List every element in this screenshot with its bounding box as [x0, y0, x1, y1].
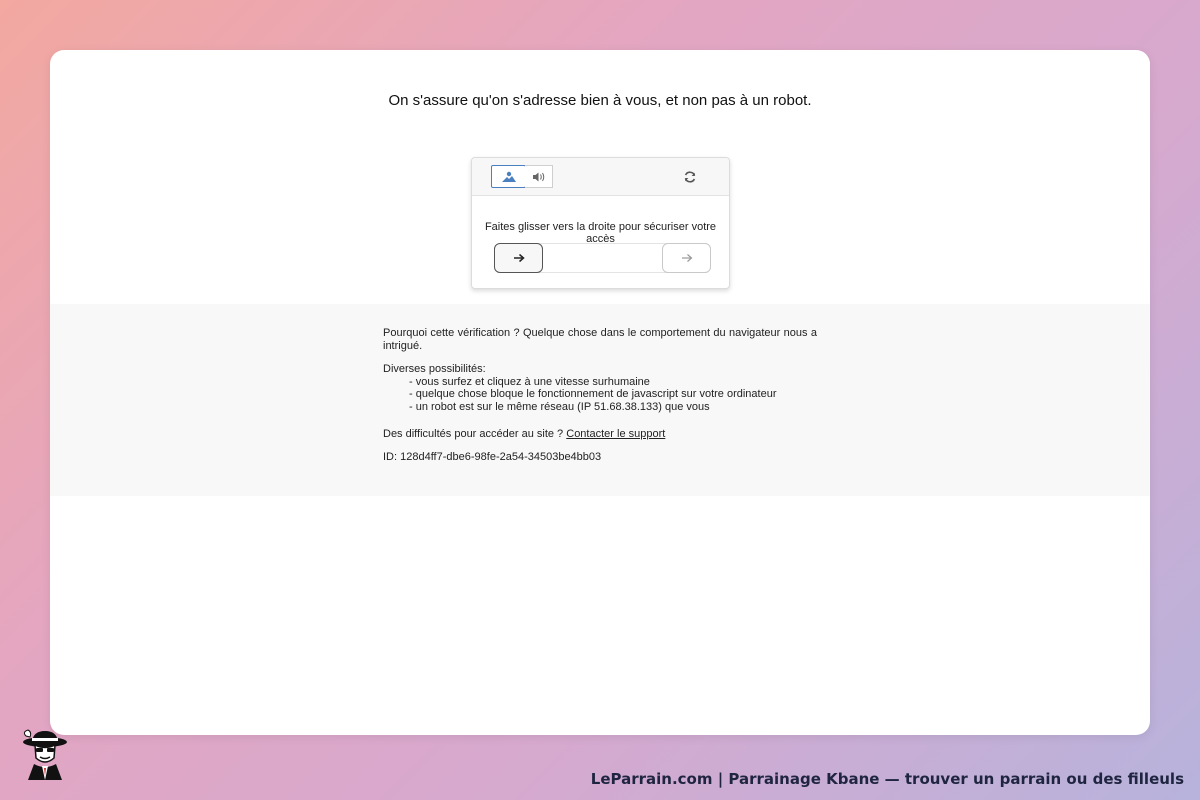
list-item: - quelque chose bloque le fonctionnement…	[409, 388, 777, 400]
list-item: - un robot est sur le même réseau (IP 51…	[409, 400, 710, 413]
captcha-widget: Faites glisser vers la droite pour sécur…	[471, 157, 730, 289]
slider-target	[662, 243, 711, 273]
page-background: { "page": { "headline": "On s'assure qu'…	[0, 0, 1200, 800]
info-content: Pourquoi cette vérification ? Quelque ch…	[383, 327, 817, 463]
slider-handle[interactable]	[494, 243, 543, 273]
captcha-card: On s'assure qu'on s'adresse bien à vous,…	[50, 50, 1150, 735]
request-id: ID: 128d4ff7-dbe6-98fe-2a54-34503be4bb03	[383, 450, 602, 463]
possibilities-title: Diverses possibilités:	[383, 363, 486, 375]
help-text: Des difficultés pour accéder au site ?	[383, 428, 564, 440]
slider-track[interactable]	[494, 243, 711, 273]
info-panel: Pourquoi cette vérification ? Quelque ch…	[50, 304, 1150, 496]
possibilities-list: - vous surfez et cliquez à une vitesse s…	[383, 376, 817, 414]
captcha-toolbar	[472, 158, 729, 196]
list-item: - vous surfez et cliquez à une vitesse s…	[409, 375, 650, 388]
refresh-icon	[684, 171, 696, 183]
page-headline: On s'assure qu'on s'adresse bien à vous,…	[388, 92, 812, 109]
help-line: Des difficultés pour accéder au site ? C…	[383, 428, 817, 441]
contact-support-link[interactable]: Contacter le support	[566, 428, 665, 440]
slider-instruction: Faites glisser vers la droite pour sécur…	[484, 221, 717, 245]
gangster-logo-icon	[23, 729, 67, 780]
footer-title: LeParrain.com | Parrainage Kbane — trouv…	[590, 770, 1184, 788]
image-icon	[501, 171, 516, 182]
audio-mode-button[interactable]	[525, 165, 553, 188]
refresh-button[interactable]	[680, 167, 700, 187]
why-text: Pourquoi cette vérification ? Quelque ch…	[383, 327, 817, 352]
speaker-icon	[532, 172, 544, 181]
arrow-right-icon	[513, 253, 525, 263]
arrow-right-icon	[681, 254, 692, 262]
image-mode-button[interactable]	[491, 165, 526, 188]
